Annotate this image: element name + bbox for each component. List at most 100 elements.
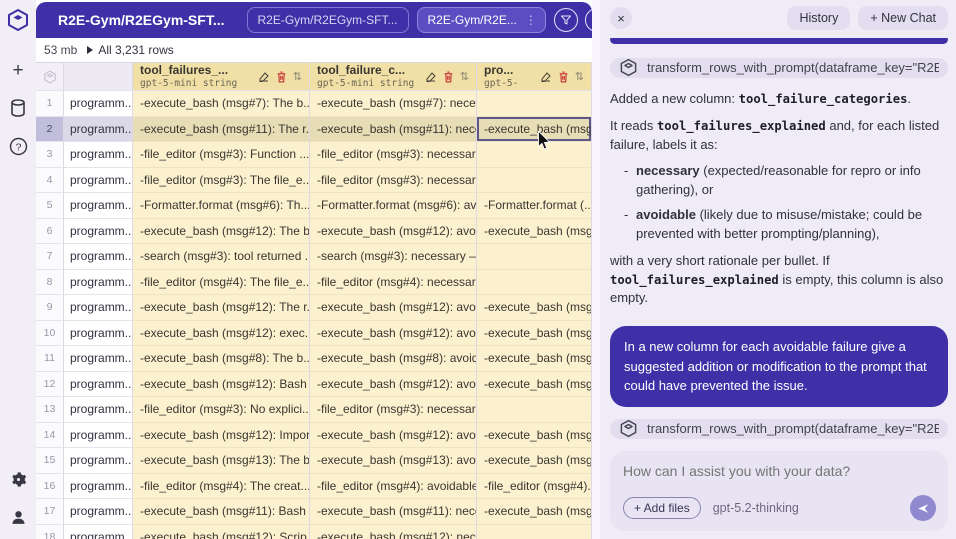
cell-tool-failure-categories[interactable]: -execute_bash (msg#8): avoida... [310, 346, 477, 372]
edit-column-icon[interactable] [258, 71, 270, 83]
cell-program[interactable]: programm... [64, 295, 133, 321]
cell-tool-failures[interactable]: -execute_bash (msg#12): Scrip... [133, 524, 310, 539]
cell-program[interactable]: programm... [64, 448, 133, 474]
header-cell-tool-failures[interactable]: tool_failures_... gpt-5-mini string ⇅ [133, 63, 310, 91]
cell-prompt[interactable]: -Formatter.format (... [477, 193, 592, 219]
delete-column-icon[interactable] [558, 70, 569, 83]
cell-program[interactable]: programm... [64, 218, 133, 244]
cell-prompt[interactable]: -execute_bash (msg... [477, 422, 592, 448]
close-chat-button[interactable]: × [610, 7, 632, 29]
dataframe-tab-inactive[interactable]: R2E-Gym/R2EGym-SFT... [246, 7, 409, 33]
row-number-cell[interactable]: 18 [36, 524, 64, 539]
delete-column-icon[interactable] [276, 70, 287, 83]
tool-call-pill[interactable]: transform_rows_with_prompt(dataframe_key… [610, 418, 948, 439]
cell-tool-failures[interactable]: -file_editor (msg#3): Function ... [133, 142, 310, 168]
sort-column-icon[interactable]: ⇅ [460, 70, 469, 83]
cell-prompt[interactable]: -execute_bash (msg... [477, 448, 592, 474]
row-number-cell[interactable]: 10 [36, 320, 64, 346]
cell-prompt[interactable] [477, 244, 592, 270]
app-logo-cube-icon[interactable] [6, 8, 30, 32]
cell-tool-failures[interactable]: -execute_bash (msg#12): The b... [133, 218, 310, 244]
cell-tool-failure-categories[interactable]: -execute_bash (msg#12): nece... [310, 524, 477, 539]
filter-button[interactable] [553, 8, 578, 32]
cell-tool-failures[interactable]: -file_editor (msg#4): The file_e... [133, 269, 310, 295]
message-input[interactable] [623, 463, 936, 479]
header-cell-prompt[interactable]: pro... gpt-5- ⇅ [477, 63, 592, 91]
cell-tool-failure-categories[interactable]: -file_editor (msg#4): necessar... [310, 269, 477, 295]
row-number-cell[interactable]: 9 [36, 295, 64, 321]
account-button[interactable] [6, 505, 30, 529]
cell-prompt[interactable]: -execute_bash (msg... [477, 499, 592, 525]
cell-program[interactable]: programm... [64, 116, 133, 142]
kebab-menu-icon[interactable]: ⋮ [525, 14, 537, 26]
cell-program[interactable]: programm... [64, 346, 133, 372]
cell-tool-failures[interactable]: -Formatter.format (msg#6): Th... [133, 193, 310, 219]
cell-tool-failures[interactable]: -search (msg#3): tool returned ... [133, 244, 310, 270]
cell-program[interactable]: programm... [64, 167, 133, 193]
row-number-cell[interactable]: 1 [36, 91, 64, 117]
cell-program[interactable]: programm... [64, 371, 133, 397]
table-body[interactable]: 1 programm... -execute_bash (msg#7): The b… [36, 91, 592, 539]
cell-tool-failure-categories[interactable]: -file_editor (msg#4): avoidable ... [310, 473, 477, 499]
cell-prompt[interactable]: -file_editor (msg#4)... [477, 473, 592, 499]
dataframe-title[interactable]: R2E-Gym/R2EGym-SFT... [58, 12, 225, 28]
datasets-button[interactable] [6, 96, 30, 120]
edit-column-icon[interactable] [425, 71, 437, 83]
data-table[interactable]: tool_failures_... gpt-5-mini string ⇅ to… [36, 62, 592, 539]
cell-program[interactable]: programm... [64, 193, 133, 219]
row-number-cell[interactable]: 16 [36, 473, 64, 499]
history-button[interactable]: History [787, 6, 851, 30]
sort-column-icon[interactable]: ⇅ [575, 70, 584, 83]
row-number-cell[interactable]: 17 [36, 499, 64, 525]
edit-column-icon[interactable] [540, 71, 552, 83]
cell-program[interactable]: programm... [64, 422, 133, 448]
cell-tool-failures[interactable]: -file_editor (msg#3): No explici... [133, 397, 310, 423]
new-chat-button[interactable]: + New Chat [858, 6, 948, 30]
cell-tool-failures[interactable]: -execute_bash (msg#8): The b... [133, 346, 310, 372]
cell-program[interactable]: programm... [64, 397, 133, 423]
cell-tool-failures[interactable]: -execute_bash (msg#12): Bash ... [133, 371, 310, 397]
cell-tool-failures[interactable]: -file_editor (msg#3): The file_e... [133, 167, 310, 193]
cell-tool-failures[interactable]: -execute_bash (msg#7): The b... [133, 91, 310, 117]
row-number-cell[interactable]: 4 [36, 167, 64, 193]
row-number-cell[interactable]: 2 [36, 116, 64, 142]
cell-tool-failures[interactable]: -execute_bash (msg#13): The b... [133, 448, 310, 474]
help-button[interactable]: ? [6, 134, 30, 158]
header-corner-cell[interactable] [36, 63, 64, 91]
cell-program[interactable]: programm... [64, 499, 133, 525]
cell-prompt[interactable] [477, 269, 592, 295]
row-number-cell[interactable]: 3 [36, 142, 64, 168]
cell-prompt[interactable]: -execute_bash (msg... [477, 346, 592, 372]
row-number-cell[interactable]: 8 [36, 269, 64, 295]
cell-tool-failure-categories[interactable]: -file_editor (msg#3): necessar... [310, 142, 477, 168]
cell-tool-failure-categories[interactable]: -execute_bash (msg#12): avoid... [310, 295, 477, 321]
cell-tool-failure-categories[interactable]: -execute_bash (msg#11): neces... [310, 116, 477, 142]
cell-tool-failures[interactable]: -execute_bash (msg#11): Bash ... [133, 499, 310, 525]
row-number-cell[interactable]: 15 [36, 448, 64, 474]
cell-prompt[interactable] [477, 397, 592, 423]
dataframe-tab-selected[interactable]: R2E-Gym/R2E... ⋮ [416, 7, 546, 33]
cell-program[interactable]: programm... [64, 142, 133, 168]
cell-tool-failures[interactable]: -execute_bash (msg#12): The r... [133, 295, 310, 321]
model-selector[interactable]: gpt-5.2-thinking [713, 501, 799, 515]
cell-tool-failure-categories[interactable]: -file_editor (msg#3): necessar... [310, 167, 477, 193]
row-number-cell[interactable]: 13 [36, 397, 64, 423]
cell-tool-failure-categories[interactable]: -execute_bash (msg#12): avoid... [310, 320, 477, 346]
cell-prompt[interactable] [477, 524, 592, 539]
row-number-cell[interactable]: 6 [36, 218, 64, 244]
settings-button[interactable] [6, 467, 30, 491]
cell-prompt[interactable] [477, 142, 592, 168]
row-number-cell[interactable]: 14 [36, 422, 64, 448]
cell-tool-failure-categories[interactable]: -execute_bash (msg#7): neces... [310, 91, 477, 117]
cell-prompt[interactable]: -execute_bash (msg... [477, 320, 592, 346]
cell-program[interactable]: programm... [64, 320, 133, 346]
cell-program[interactable]: programm... [64, 244, 133, 270]
cell-program[interactable]: programm... [64, 269, 133, 295]
cell-tool-failure-categories[interactable]: -execute_bash (msg#12): avoid... [310, 422, 477, 448]
message-input-card[interactable]: + Add files gpt-5.2-thinking [610, 451, 948, 531]
cell-prompt[interactable]: -execute_bash (msg... [477, 218, 592, 244]
add-files-button[interactable]: + Add files [623, 497, 701, 519]
cell-tool-failure-categories[interactable]: -search (msg#3): necessary — l... [310, 244, 477, 270]
row-number-cell[interactable]: 5 [36, 193, 64, 219]
new-dataframe-button[interactable]: + [6, 58, 30, 82]
